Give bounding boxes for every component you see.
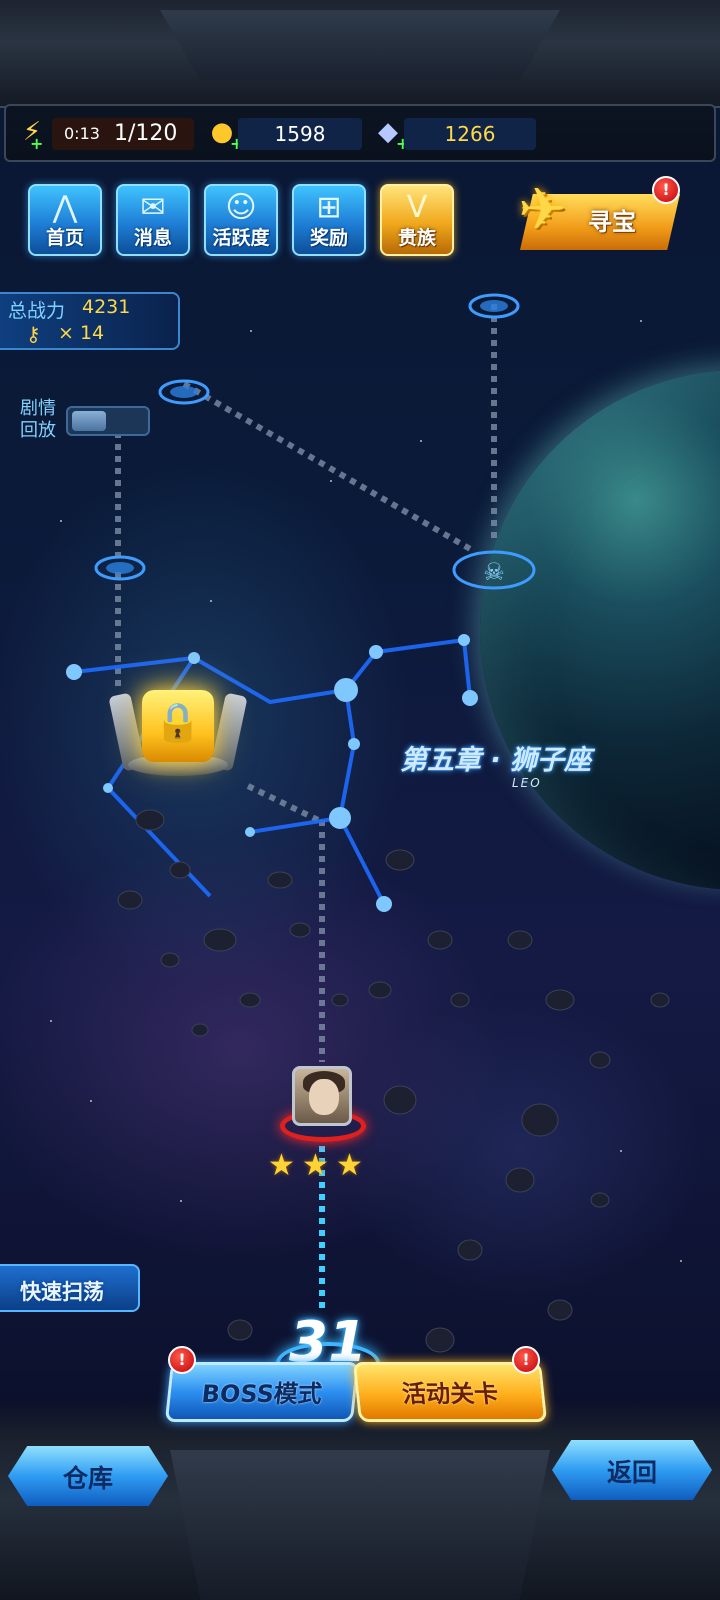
jet-fighter-icon: ✈ bbox=[518, 175, 567, 243]
locked-stage-node[interactable]: 🔒 bbox=[108, 690, 248, 790]
quick-sweep-label: 快速扫荡 bbox=[20, 1280, 104, 1304]
back-button[interactable]: 返回 bbox=[552, 1440, 712, 1500]
nav-activity-button[interactable]: ☺ 活跃度 bbox=[204, 184, 278, 256]
nav-reward-button[interactable]: ⊞ 奖励 bbox=[292, 184, 366, 256]
key-icon: ⚷ bbox=[26, 322, 41, 346]
asteroid-field bbox=[117, 809, 670, 1353]
constellation-star bbox=[334, 678, 358, 702]
chapter-title: 第五章 · 狮子座 bbox=[400, 745, 592, 776]
constellation-star bbox=[376, 896, 392, 912]
warehouse-label: 仓库 bbox=[62, 1464, 113, 1493]
nav-reward-label: 奖励 bbox=[309, 227, 348, 249]
energy-timer: 0:13 bbox=[64, 124, 100, 143]
gold-box: 1598 bbox=[238, 118, 362, 150]
stage-star-icon: ★ bbox=[336, 1148, 363, 1183]
constellation-star bbox=[245, 827, 255, 837]
top-frame bbox=[0, 0, 720, 108]
nav-noble-label: 贵族 bbox=[397, 227, 436, 249]
treasure-label: 寻宝 bbox=[588, 208, 636, 236]
gold-value: 1598 bbox=[274, 122, 326, 146]
stage-star-icon: ★ bbox=[302, 1148, 329, 1183]
quick-sweep-button[interactable]: 快速扫荡 bbox=[0, 1264, 140, 1312]
plus-icon[interactable]: + bbox=[30, 136, 43, 152]
constellation-star bbox=[348, 738, 360, 750]
gift-icon: ⊞ bbox=[316, 190, 342, 225]
nav-noble-button[interactable]: V 贵族 bbox=[380, 184, 454, 256]
event-alert-badge: ! bbox=[512, 1346, 540, 1374]
constellation-star bbox=[462, 690, 478, 706]
nav-home-label: 首页 bbox=[45, 227, 84, 249]
power-panel: 总战力 4231 ⚷ × 14 bbox=[0, 292, 180, 350]
noble-badge-icon: V bbox=[406, 190, 428, 225]
nav-home-button[interactable]: ⋀ 首页 bbox=[28, 184, 102, 256]
lock-icon: 🔒 bbox=[154, 700, 202, 744]
avatar[interactable] bbox=[292, 1066, 352, 1126]
resource-bar: ⚡ + 0:13 1/120 ● + 1598 ◆ + 1266 bbox=[4, 104, 716, 162]
replay-label: 剧情回放 bbox=[20, 398, 56, 441]
nav-activity-label: 活跃度 bbox=[212, 227, 270, 249]
home-icon: ⋀ bbox=[52, 190, 78, 225]
diamond-value: 1266 bbox=[444, 122, 496, 146]
event-stage-label: 活动关卡 bbox=[400, 1380, 500, 1408]
toggle-knob bbox=[72, 411, 106, 431]
smile-wings-icon: ☺ bbox=[225, 190, 257, 225]
constellation-star bbox=[66, 664, 82, 680]
boss-alert-badge: ! bbox=[168, 1346, 196, 1374]
constellation-star bbox=[458, 634, 470, 646]
constellation-star bbox=[369, 645, 383, 659]
power-label: 总战力 bbox=[8, 300, 66, 322]
warehouse-button[interactable]: 仓库 bbox=[8, 1446, 168, 1506]
route-path bbox=[182, 381, 474, 553]
energy-value: 1/120 bbox=[114, 121, 178, 146]
energy-box: 0:13 1/120 bbox=[52, 118, 194, 150]
stage-star-icon: ★ bbox=[268, 1148, 295, 1183]
boss-mode-label: BOSS模式 bbox=[200, 1380, 324, 1408]
mail-icon: ✉ bbox=[140, 190, 166, 225]
key-count: × 14 bbox=[58, 322, 105, 344]
skull-icon: ☠ bbox=[483, 558, 505, 586]
avatar-face bbox=[309, 1079, 339, 1115]
treasure-alert-badge: ! bbox=[652, 176, 680, 204]
power-value: 4231 bbox=[82, 296, 131, 318]
diamond-box: 1266 bbox=[404, 118, 536, 150]
route-path bbox=[246, 783, 320, 823]
nav-message-label: 消息 bbox=[133, 227, 172, 249]
constellation-star bbox=[329, 807, 351, 829]
nav-message-button[interactable]: ✉ 消息 bbox=[116, 184, 190, 256]
boss-mode-button[interactable]: BOSS模式 bbox=[164, 1362, 360, 1422]
chapter-subtitle: LEO bbox=[512, 776, 542, 790]
replay-toggle[interactable] bbox=[66, 406, 150, 436]
constellation-star bbox=[188, 652, 200, 664]
back-label: 返回 bbox=[606, 1458, 657, 1487]
